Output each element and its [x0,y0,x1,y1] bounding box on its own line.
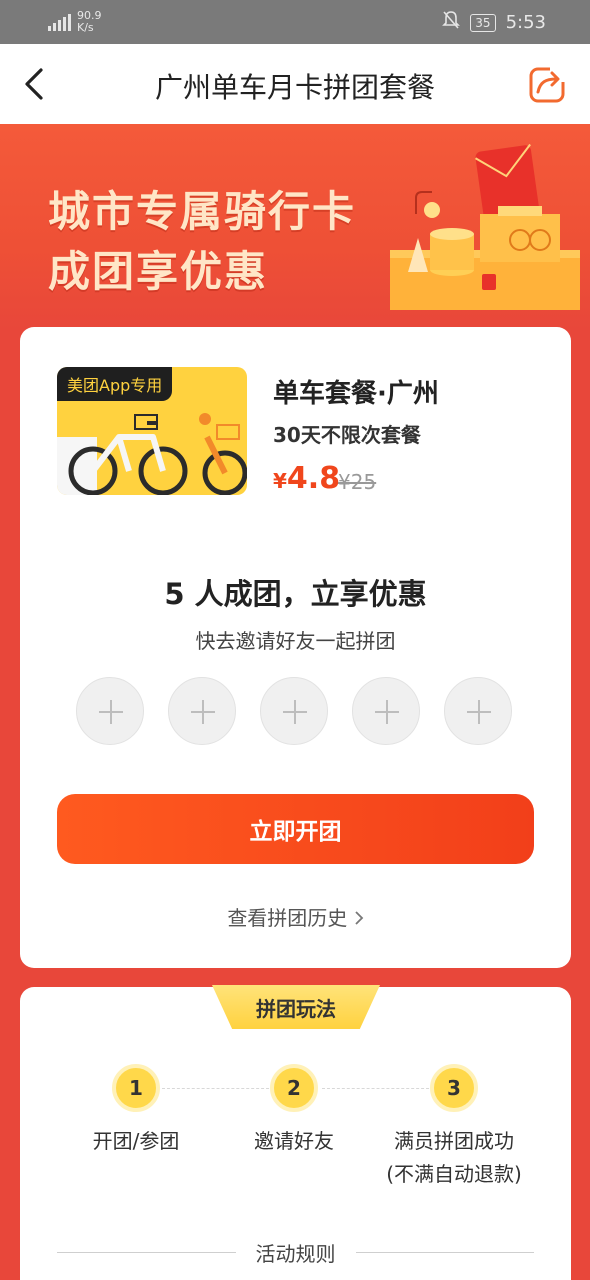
group-buy-card: 美团App专用 单车套餐·广州 30天不限次套餐 ¥4.8 ¥25 5 人成团，… [20,327,571,968]
rules-card: 拼团玩法 1 2 3 开团/参团 邀请好友 满员拼团成功 (不满自动退款) 活动… [20,985,571,1280]
start-group-button[interactable]: 立即开团 [57,794,534,864]
step-label: 满员拼团成功 (不满自动退款) [359,1125,549,1191]
product-subtitle: 30天不限次套餐 [273,423,421,447]
page-title: 广州单车月卡拼团套餐 [154,71,435,104]
member-slots [76,677,512,745]
divider-line [57,1251,236,1253]
status-right: 35 5:53 [442,10,546,35]
status-left: 90.9 K/s [48,10,102,34]
divider-line [355,1251,534,1253]
product-image: 美团App专用 [57,367,247,495]
add-member-slot[interactable] [260,677,328,745]
step-number: 2 [270,1064,318,1112]
mute-bell-icon [442,10,461,35]
group-history-link[interactable]: 查看拼团历史 [20,902,571,931]
rules-tab: 拼团玩法 [212,985,380,1029]
step-connector [322,1088,434,1089]
clock: 5:53 [505,12,546,33]
step-label-text: 满员拼团成功 [394,1129,514,1153]
product-title: 单车套餐·广州 [273,379,439,409]
network-speed: 90.9 K/s [77,10,102,34]
banner-headline: 城市专属骑行卡 [48,187,357,236]
bicycle-illustration [57,413,247,495]
step-number: 3 [430,1064,478,1112]
price-value: 4.8 [286,461,341,496]
nav-bar: 广州单车月卡拼团套餐 [0,44,590,124]
banner-illustration [390,143,580,310]
group-subtitle: 快去邀请好友一起拼团 [195,629,396,653]
activity-rules-link[interactable]: 活动规则 [256,1238,336,1267]
net-speed-unit: K/s [77,21,94,34]
add-member-slot[interactable] [444,677,512,745]
step-note: (不满自动退款) [386,1162,522,1186]
group-title: 5 人成团，立享优惠 [164,577,427,611]
add-member-slot[interactable] [168,677,236,745]
add-member-slot[interactable] [352,677,420,745]
share-icon [529,66,566,103]
step-number: 1 [112,1064,160,1112]
activity-rules-divider: 活动规则 [57,1237,534,1267]
currency-symbol: ¥ [273,469,287,493]
chevron-right-icon [355,911,363,925]
history-link-label: 查看拼团历史 [227,906,348,930]
status-bar: 90.9 K/s 35 5:53 [0,0,590,44]
battery-icon: 35 [470,13,496,32]
signal-icon [48,13,71,31]
step-connector [162,1088,274,1089]
sale-price: ¥4.8 [273,461,340,496]
banner-subheadline: 成团享优惠 [48,247,269,296]
add-member-slot[interactable] [76,677,144,745]
share-button[interactable] [528,64,568,104]
original-price: ¥25 [338,470,377,494]
promo-banner: 城市专属骑行卡 成团享优惠 [0,124,590,330]
